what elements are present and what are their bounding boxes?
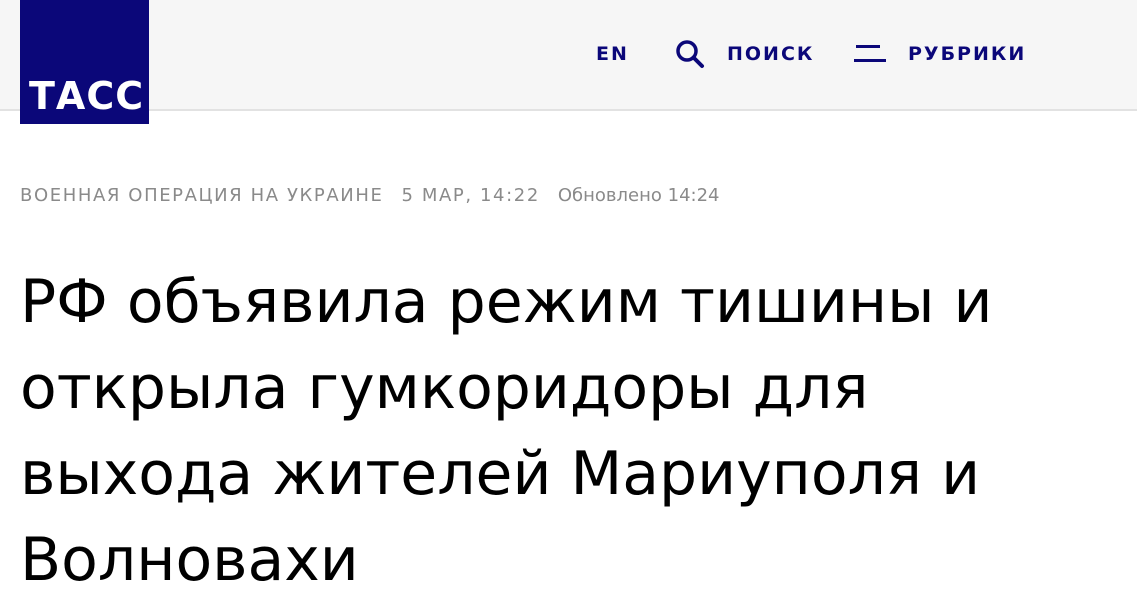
rubrics-label: РУБРИКИ <box>908 43 1027 65</box>
article-updated: Обновлено 14:24 <box>557 184 720 206</box>
article-date: 5 МАР, 14:22 <box>401 184 540 206</box>
article-category-link[interactable]: ВОЕННАЯ ОПЕРАЦИЯ НА УКРАИНЕ <box>20 185 383 206</box>
article-meta: ВОЕННАЯ ОПЕРАЦИЯ НА УКРАИНЕ 5 МАР, 14:22… <box>20 181 720 209</box>
language-label: EN <box>596 43 629 65</box>
search-label: ПОИСК <box>727 43 815 65</box>
language-switch-button[interactable]: EN <box>596 36 629 72</box>
search-icon <box>675 39 705 69</box>
rubrics-button[interactable]: РУБРИКИ <box>854 36 1026 72</box>
logo-text: ТАСС <box>29 74 145 118</box>
search-button[interactable]: ПОИСК <box>675 36 814 72</box>
article-title: РФ объявила режим тишины и открыла гумко… <box>20 267 993 595</box>
menu-icon <box>854 42 886 66</box>
logo[interactable]: ТАСС <box>20 0 149 124</box>
site-header: ТАСС EN ПОИСК РУБРИКИ <box>0 0 1137 124</box>
